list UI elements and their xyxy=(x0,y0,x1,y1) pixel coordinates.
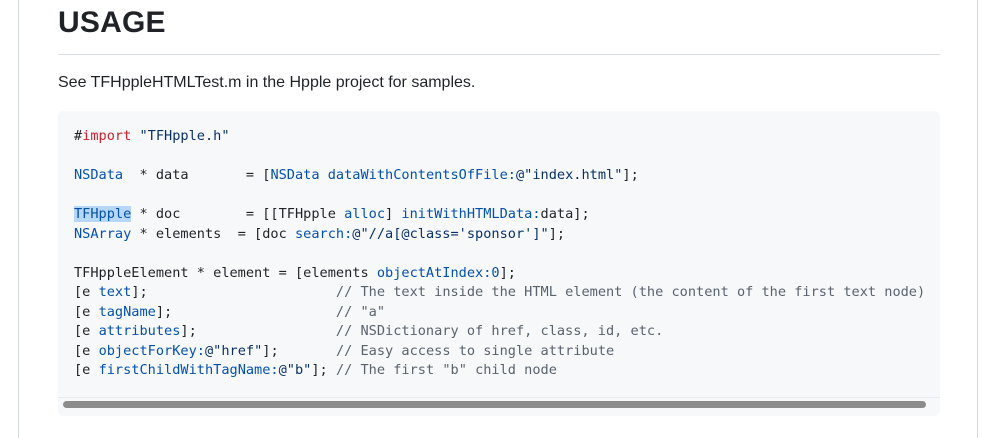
code-token-type: NSData xyxy=(270,167,320,183)
code-token-comment: // The first "b" child node xyxy=(335,362,557,378)
code-token-plain: [e xyxy=(74,342,99,359)
code-line: TFHpple * doc = [[TFHpple alloc] initWit… xyxy=(74,205,925,225)
code-token-comment: // NSDictionary of href, class, id, etc. xyxy=(335,323,664,339)
code-token-type-hl: TFHpple xyxy=(74,206,132,222)
code-line: [e firstChildWithTagName:@"b"]; // The f… xyxy=(74,361,925,381)
code-token-plain: [e xyxy=(74,303,99,320)
code-token-string: "TFHpple.h" xyxy=(139,128,230,144)
code-token-plain: ]; xyxy=(262,342,336,359)
code-token-plain: TFHppleElement * element = [elements xyxy=(74,264,377,281)
code-token-plain: * elements = [doc xyxy=(131,225,295,242)
code-token-plain: [e xyxy=(74,323,99,339)
code-token-plain: ]; xyxy=(622,167,639,183)
code-token-method: objectForKey: xyxy=(98,342,205,359)
usage-description: See TFHppleHTMLTest.m in the Hpple proje… xyxy=(58,74,476,91)
code-token-keyword: import xyxy=(82,128,132,144)
code-line: [e objectForKey:@"href"]; // Easy access… xyxy=(74,342,925,362)
code-token-comment: // Easy access to single attribute xyxy=(335,342,615,359)
code-token-plain: [e xyxy=(74,284,99,300)
code-token-type: NSArray xyxy=(74,225,132,242)
section-heading: USAGE xyxy=(58,6,166,39)
code-line: [e text]; // The text inside the HTML el… xyxy=(74,283,925,303)
code-token-method: firstChildWithTagName: xyxy=(98,362,279,378)
code-line: TFHppleElement * element = [elements obj… xyxy=(74,264,925,284)
code-token-plain: # xyxy=(74,128,83,144)
code-token-type: NSData xyxy=(74,167,124,183)
code-token-method: objectAtIndex: xyxy=(376,264,492,281)
code-token-plain: ]; xyxy=(499,264,516,281)
code-token-plain: ]; xyxy=(548,225,566,242)
code-text[interactable]: #import "TFHpple.h" NSData * data = [NSD… xyxy=(74,127,925,381)
code-token-number: 0 xyxy=(491,264,500,281)
code-token-plain: ] xyxy=(385,206,402,222)
code-token-string: @"b" xyxy=(278,362,312,378)
code-token-method: search: xyxy=(294,225,353,242)
code-token-method: tagName xyxy=(98,303,156,320)
code-token-plain: ]; xyxy=(311,362,336,378)
code-line: [e tagName]; // "a" xyxy=(74,303,925,323)
code-token-method: attributes xyxy=(98,323,181,339)
code-token-plain: data]; xyxy=(540,206,590,222)
horizontal-scrollbar-thumb[interactable] xyxy=(63,401,926,408)
code-token-method: initWithHTMLData: xyxy=(401,206,541,222)
code-token-plain: [e xyxy=(74,362,99,378)
heading-divider xyxy=(58,54,940,55)
code-token-plain: * data = [ xyxy=(123,167,271,183)
code-line: NSData * data = [NSData dataWithContents… xyxy=(74,166,925,186)
code-token-method: text xyxy=(98,284,132,300)
code-token-plain: ]; xyxy=(131,284,336,300)
code-line: #import "TFHpple.h" xyxy=(74,127,925,147)
code-token-string: @"href" xyxy=(204,342,263,359)
code-token-plain: ]; xyxy=(180,323,336,339)
code-token-plain: * doc = [[TFHpple xyxy=(131,206,345,222)
code-token-method: dataWithContentsOfFile: xyxy=(327,167,516,183)
code-token-string: @"index.html" xyxy=(515,167,623,183)
code-line: [e attributes]; // NSDictionary of href,… xyxy=(74,322,925,342)
code-token-comment: // The text inside the HTML element (the… xyxy=(335,284,926,300)
code-token-method: alloc xyxy=(344,206,386,222)
code-token-comment: // "a" xyxy=(335,303,386,320)
code-token-string: @"//a[@class='sponsor']" xyxy=(352,225,549,242)
code-token-plain: ]; xyxy=(155,303,336,320)
code-line: NSArray * elements = [doc search:@"//a[@… xyxy=(74,225,925,245)
code-block[interactable]: #import "TFHpple.h" NSData * data = [NSD… xyxy=(58,111,940,416)
